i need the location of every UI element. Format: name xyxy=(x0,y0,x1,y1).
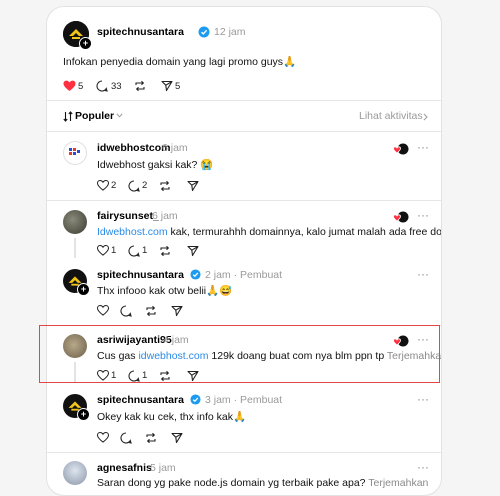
thread-card: + spitechnusantara 12 jam Infokan penyed… xyxy=(46,6,442,496)
reply-text: Okey kak ku cek, thx info kak🙏 xyxy=(97,411,247,423)
repost-icon[interactable] xyxy=(134,80,146,92)
post-time: 12 jam xyxy=(214,26,246,38)
reply-text: Idwebhost gaksi kak? 😭 xyxy=(97,159,214,171)
follow-plus-icon[interactable]: + xyxy=(77,408,90,421)
verified-icon xyxy=(190,394,201,405)
sort-icon[interactable] xyxy=(63,111,73,122)
verified-icon xyxy=(198,26,210,38)
divider xyxy=(47,131,441,132)
reply-time: 6 jam xyxy=(162,142,188,154)
like-count: 1 xyxy=(111,245,117,256)
comment-icon[interactable] xyxy=(120,432,132,444)
reply-text: Idwebhost.com kak, termurahhh domainnya,… xyxy=(97,226,442,238)
author-avatar[interactable]: + xyxy=(63,21,92,50)
divider xyxy=(47,452,441,453)
reply-text: Thx infooo kak otw belii🙏😅 xyxy=(97,285,233,297)
more-icon[interactable]: ··· xyxy=(417,460,429,474)
heart-icon[interactable] xyxy=(97,305,109,316)
share-icon[interactable] xyxy=(171,432,183,444)
heart-icon[interactable] xyxy=(97,180,109,191)
comment-icon[interactable] xyxy=(120,305,132,317)
post-text: Infokan penyedia domain yang lagi promo … xyxy=(63,56,297,68)
share-icon[interactable] xyxy=(171,305,183,317)
divider xyxy=(47,200,441,201)
chevron-right-icon[interactable] xyxy=(423,113,428,121)
heart-icon[interactable] xyxy=(97,245,109,256)
creator-badge: Pembuat xyxy=(240,269,283,281)
share-icon[interactable] xyxy=(187,180,199,192)
share-icon[interactable] xyxy=(187,245,199,257)
reply-link[interactable]: Idwebhost.com xyxy=(97,226,168,238)
like-count: 5 xyxy=(78,81,84,92)
repost-icon[interactable] xyxy=(159,180,171,192)
reply-avatar[interactable]: + xyxy=(63,269,90,296)
highlight-box xyxy=(39,325,440,383)
reply-avatar[interactable] xyxy=(63,461,87,485)
reply-text: Saran dong yg pake node.js domain yg ter… xyxy=(97,477,429,489)
comment-count: 1 xyxy=(142,245,148,256)
reply-time: 3 jam · Pembuat xyxy=(205,394,283,406)
follow-plus-icon[interactable]: + xyxy=(79,37,92,50)
thread-line xyxy=(74,238,76,258)
verified-icon xyxy=(190,269,201,280)
reply-time: 6 jam xyxy=(152,210,178,222)
comment-icon[interactable] xyxy=(96,80,108,92)
comment-count: 33 xyxy=(111,81,122,92)
heart-icon[interactable] xyxy=(63,80,76,92)
reply-avatar[interactable]: + xyxy=(63,394,90,421)
repost-icon[interactable] xyxy=(145,432,157,444)
reply-avatar[interactable] xyxy=(63,141,87,165)
like-count: 2 xyxy=(111,180,117,191)
translate-link[interactable]: Terjemahkan xyxy=(368,477,428,489)
activity-link[interactable]: Lihat aktivitas xyxy=(359,110,423,122)
reply-author[interactable]: spitechnusantara xyxy=(97,269,184,281)
creator-liked-icon xyxy=(393,143,409,155)
chevron-down-icon[interactable] xyxy=(116,113,123,118)
repost-icon[interactable] xyxy=(159,245,171,257)
reply-time: 5 jam xyxy=(150,462,176,474)
reply-avatar[interactable] xyxy=(63,210,87,234)
repost-icon[interactable] xyxy=(145,305,157,317)
comment-count: 2 xyxy=(142,180,148,191)
reply-author[interactable]: agnesafnis xyxy=(97,462,152,474)
more-icon[interactable]: ··· xyxy=(417,392,429,406)
share-icon[interactable] xyxy=(161,80,173,92)
more-icon[interactable]: ··· xyxy=(417,267,429,281)
divider xyxy=(47,100,441,101)
more-icon[interactable]: ··· xyxy=(417,140,429,154)
comment-icon[interactable] xyxy=(128,180,140,192)
reply-time: 2 jam · Pembuat xyxy=(205,269,283,281)
idwebhost-logo xyxy=(69,148,80,155)
post-author[interactable]: spitechnusantara xyxy=(97,26,184,38)
creator-liked-icon xyxy=(393,211,409,223)
reply-author[interactable]: spitechnusantara xyxy=(97,394,184,406)
more-icon[interactable]: ··· xyxy=(417,208,429,222)
reply-author[interactable]: idwebhostcom xyxy=(97,142,171,154)
creator-badge: Pembuat xyxy=(240,394,283,406)
heart-icon[interactable] xyxy=(97,432,109,443)
share-count: 5 xyxy=(175,81,181,92)
comment-icon[interactable] xyxy=(128,245,140,257)
sort-label[interactable]: Populer xyxy=(75,110,114,122)
follow-plus-icon[interactable]: + xyxy=(77,283,90,296)
reply-author[interactable]: fairysunset_ xyxy=(97,210,159,222)
